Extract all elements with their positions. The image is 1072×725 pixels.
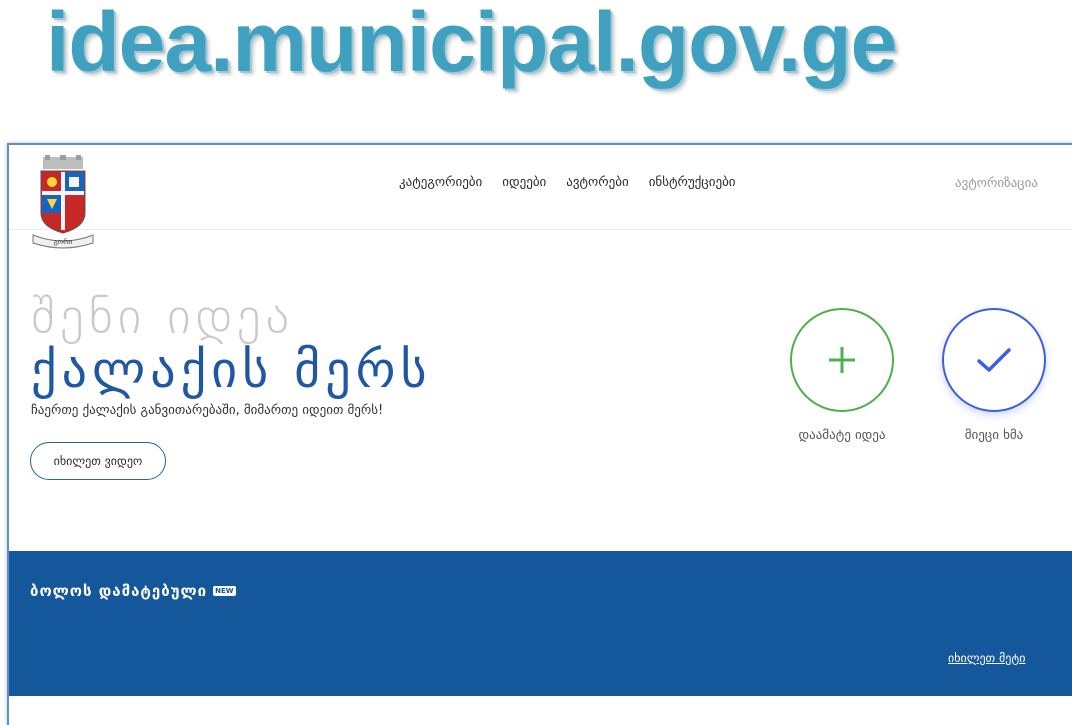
recent-ideas-title: ბოლოს დამატებული NEW bbox=[30, 582, 236, 600]
hero-title-line1: შენი იდეა bbox=[31, 287, 295, 345]
vote-label[interactable]: მიეცი ხმა bbox=[929, 428, 1059, 443]
login-link[interactable]: ავტორიზაცია bbox=[955, 176, 1038, 191]
top-navbar: გორი კატეგორიები იდეები ავტორები ინსტრუქ… bbox=[9, 145, 1072, 249]
nav-item-categories[interactable]: კატეგორიები bbox=[399, 175, 482, 190]
add-idea-button[interactable] bbox=[790, 308, 894, 412]
svg-text:გორი: გორი bbox=[54, 237, 73, 246]
hero-subtitle: ჩაერთე ქალაქის განვითარებაში, მიმართე იდ… bbox=[31, 403, 384, 418]
hero-title-line2: ქალაქის მერს bbox=[31, 341, 432, 399]
watch-video-button[interactable]: იხილეთ ვიდეო bbox=[30, 442, 166, 480]
plus-icon bbox=[829, 347, 855, 373]
add-idea-label[interactable]: დაამატე იდეა bbox=[769, 428, 915, 443]
coat-of-arms-logo[interactable]: გორი bbox=[29, 155, 97, 251]
site-url-headline: idea.municipal.gov.ge bbox=[46, 0, 897, 89]
see-more-link[interactable]: იხილეთ მეტი bbox=[948, 651, 1025, 665]
vote-button[interactable] bbox=[942, 308, 1046, 412]
nav-item-ideas[interactable]: იდეები bbox=[502, 175, 546, 190]
new-badge: NEW bbox=[213, 586, 236, 596]
check-icon bbox=[977, 348, 1011, 372]
recent-ideas-title-text: ბოლოს დამატებული bbox=[30, 582, 208, 600]
recent-ideas-section: ბოლოს დამატებული NEW იხილეთ მეტი bbox=[9, 551, 1072, 696]
main-nav: კატეგორიები იდეები ავტორები ინსტრუქციები bbox=[399, 175, 736, 190]
nav-item-authors[interactable]: ავტორები bbox=[566, 175, 628, 190]
nav-item-instructions[interactable]: ინსტრუქციები bbox=[649, 175, 736, 190]
browser-page: გორი კატეგორიები იდეები ავტორები ინსტრუქ… bbox=[7, 143, 1072, 725]
